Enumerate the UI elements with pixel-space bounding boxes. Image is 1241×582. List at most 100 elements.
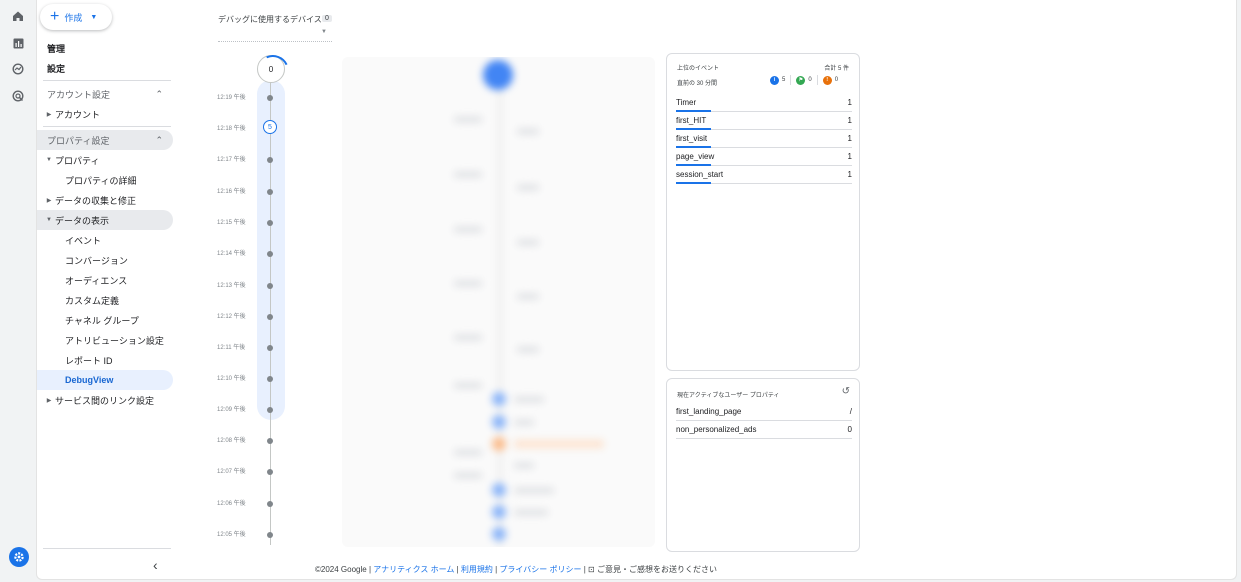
caret-down-icon: ▼: [90, 13, 98, 21]
plus-icon: +: [50, 8, 60, 25]
event-count: 1: [847, 98, 852, 107]
footer-analytics-home-link[interactable]: アナリティクス ホーム: [373, 565, 454, 574]
top-event-row[interactable]: session_start 1: [676, 166, 852, 184]
timeline-dot: [267, 501, 273, 507]
collapse-nav-chevron-icon[interactable]: ‹: [153, 557, 158, 573]
error-warning-icon: !: [822, 75, 832, 85]
user-property-row[interactable]: non_personalized_ads 0: [676, 421, 852, 439]
footer-privacy-link[interactable]: プライバシー ポリシー: [499, 565, 581, 574]
timeline-row[interactable]: 12:18 午後 5: [197, 120, 297, 135]
nav-item-attribution-settings[interactable]: アトリビューション設定: [37, 330, 173, 350]
home-icon[interactable]: [8, 6, 28, 26]
dropdown-arrow-icon: ▼: [321, 29, 327, 35]
timeline-time: 12:05 午後: [217, 532, 246, 538]
nav-item-data-collection[interactable]: ▶ データの収集と修正: [37, 190, 173, 210]
advertising-icon[interactable]: [8, 86, 28, 106]
timeline-dot: [267, 532, 273, 538]
timeline-row[interactable]: 12:12 午後: [197, 311, 297, 323]
nav-item-data-collection-label: データの収集と修正: [55, 195, 137, 206]
top-event-row[interactable]: first_visit 1: [676, 130, 852, 148]
nav-item-report-id[interactable]: レポート ID: [37, 350, 173, 370]
event-count: 1: [847, 170, 852, 179]
timeline-dot: [267, 376, 273, 382]
nav-item-debugview[interactable]: DebugView: [37, 370, 173, 390]
nav-item-account[interactable]: ▶ アカウント: [37, 104, 173, 124]
nav-item-property[interactable]: ▼ プロパティ: [37, 150, 173, 170]
timeline-row[interactable]: 12:07 午後: [197, 466, 297, 478]
user-property-value: 0: [847, 425, 852, 434]
timeline-dot: [267, 283, 273, 289]
device-count-badge: 0: [322, 15, 332, 22]
nav-item-channel-groups[interactable]: チャネル グループ: [37, 310, 173, 330]
user-property-name: first_landing_page: [676, 407, 742, 416]
timeline-row[interactable]: 12:09 午後: [197, 404, 297, 416]
nav-section-account[interactable]: アカウント設定 ⌃: [37, 84, 173, 104]
timeline-row[interactable]: 12:08 午後: [197, 435, 297, 447]
history-icon[interactable]: ↺: [842, 386, 850, 397]
triangle-right-icon: ▶: [46, 197, 52, 204]
nav-item-custom-definitions[interactable]: カスタム定義: [37, 290, 173, 310]
event-count: 1: [847, 116, 852, 125]
timeline-row[interactable]: 12:11 午後: [197, 342, 297, 354]
device-selector[interactable]: デバッグに使用するデバイス 0 ▼: [218, 14, 332, 42]
nav-item-property-details[interactable]: プロパティの詳細: [37, 170, 173, 190]
timeline-row[interactable]: 12:05 午後: [197, 529, 297, 541]
timeline-time: 12:19 午後: [217, 95, 246, 101]
user-properties-title: 現在アクティブなユーザー プロパティ: [677, 393, 780, 399]
event-name: session_start: [676, 170, 724, 179]
event-type-green-count: 0: [808, 77, 812, 83]
timeline-row[interactable]: 12:06 午後: [197, 498, 297, 510]
main-card: + 作成 ▼ 管理 設定 アカウント設定 ⌃ ▶ アカウント プロパティ設定 ⌃…: [36, 0, 1237, 580]
top-event-row[interactable]: page_view 1: [676, 148, 852, 166]
create-button-label: 作成: [64, 12, 83, 23]
feedback-icon: ⊡: [588, 565, 595, 574]
timeline-row[interactable]: 12:14 午後: [197, 248, 297, 260]
reports-icon[interactable]: [8, 33, 28, 53]
user-property-name: non_personalized_ads: [676, 425, 757, 434]
create-button[interactable]: + 作成 ▼: [40, 4, 112, 30]
nav-section-property[interactable]: プロパティ設定 ⌃: [37, 130, 173, 150]
timeline-row[interactable]: 12:13 午後: [197, 280, 297, 292]
user-property-row[interactable]: first_landing_page /: [676, 403, 852, 421]
timeline-row[interactable]: 12:19 午後: [197, 92, 297, 104]
timeline-dot: [267, 345, 273, 351]
nav-item-audiences[interactable]: オーディエンス: [37, 270, 173, 290]
event-type-blue-icon: i: [770, 75, 779, 85]
timeline-event-count-bubble[interactable]: 5: [263, 120, 277, 134]
timeline-time: 12:09 午後: [217, 407, 246, 413]
event-count: 1: [847, 152, 852, 161]
timeline-row[interactable]: 12:15 午後: [197, 217, 297, 229]
timeline-row[interactable]: 12:10 午後: [197, 373, 297, 385]
footer-feedback-link[interactable]: ご意見・ご感想をお送りください: [597, 565, 717, 574]
explore-icon[interactable]: [8, 59, 28, 79]
timeline-dot: [267, 189, 273, 195]
timeline-time: 12:14 午後: [217, 251, 246, 257]
nav-item-events[interactable]: イベント: [37, 230, 173, 250]
timeline-dot: [267, 407, 273, 413]
timeline-time: 12:17 午後: [217, 157, 246, 163]
event-name: first_visit: [676, 134, 708, 143]
nav-item-conversions[interactable]: コンバージョン: [37, 250, 173, 270]
timeline-dot: [267, 251, 273, 257]
event-type-counts: i 5 ⚑ 0 ! 0: [770, 75, 838, 85]
timeline-row[interactable]: 12:16 午後: [197, 186, 297, 198]
admin-gear-icon[interactable]: [9, 547, 29, 567]
nav-item-data-display-label: データの表示: [55, 215, 110, 226]
timeline-dot: [267, 157, 273, 163]
top-event-row[interactable]: first_HIT 1: [676, 112, 852, 130]
nav-item-data-display[interactable]: ▼ データの表示: [37, 210, 173, 230]
nav-settings[interactable]: 設定: [37, 58, 173, 78]
timeline-current-count[interactable]: 0: [257, 55, 285, 83]
event-stream-panel: [342, 57, 655, 547]
nav-section-account-label: アカウント設定: [47, 89, 111, 100]
nav-item-product-links[interactable]: ▶ サービス間のリンク設定: [37, 390, 173, 410]
footer-terms-link[interactable]: 利用規約: [461, 565, 493, 574]
nav-admin[interactable]: 管理: [37, 38, 173, 58]
timeline-dot: [267, 95, 273, 101]
event-name: first_HIT: [676, 116, 707, 125]
timeline-time: 12:18 午後: [217, 126, 246, 132]
timeline-time: 12:13 午後: [217, 283, 246, 289]
timeline-row[interactable]: 12:17 午後: [197, 154, 297, 166]
top-event-row[interactable]: Timer 1: [676, 94, 852, 112]
nav-item-product-links-label: サービス間のリンク設定: [55, 395, 155, 406]
